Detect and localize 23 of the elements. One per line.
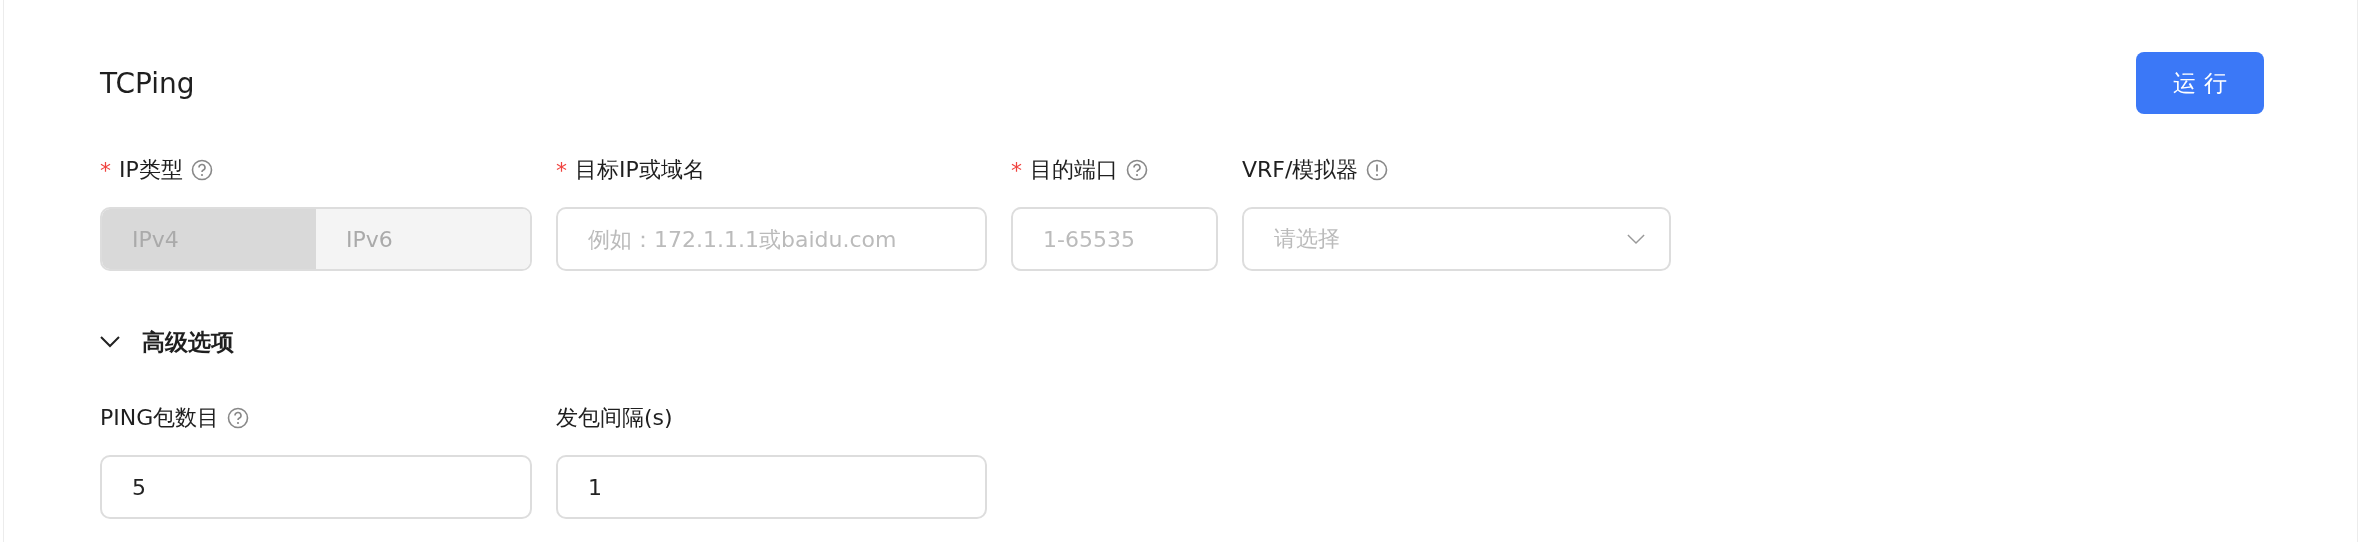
help-icon[interactable] <box>1126 159 1148 181</box>
field-label: IP类型 <box>119 156 183 184</box>
chevron-icon <box>100 336 120 348</box>
field-label: VRF/模拟器 <box>1242 156 1359 184</box>
info-icon[interactable] <box>1366 159 1389 181</box>
required-asterisk: * <box>1011 157 1022 183</box>
help-icon[interactable] <box>190 159 213 181</box>
help-icon[interactable] <box>227 407 250 429</box>
advanced-options-toggle[interactable]: 高级选项 <box>100 325 2261 359</box>
input-field[interactable]: 1 <box>556 455 987 519</box>
chevron-icon <box>1627 233 1645 245</box>
section-title: TCPing <box>100 66 195 100</box>
field-label: 发包间隔(s) <box>556 404 673 432</box>
run-button[interactable]: 运 行 <box>2136 52 2264 114</box>
required-asterisk: * <box>556 157 567 183</box>
segment-option[interactable]: IPv6 <box>316 209 530 269</box>
input-field[interactable]: 1-65535 <box>1011 207 1218 271</box>
required-asterisk: * <box>100 157 111 183</box>
field-label: PING包数目 <box>100 404 220 432</box>
field-label: 目的端口 <box>1030 156 1118 184</box>
input-field[interactable]: 5 <box>100 455 532 519</box>
input-field[interactable]: 例如：172.1.1.1或baidu.com <box>556 207 987 271</box>
field-label: 目标IP或域名 <box>575 156 705 184</box>
